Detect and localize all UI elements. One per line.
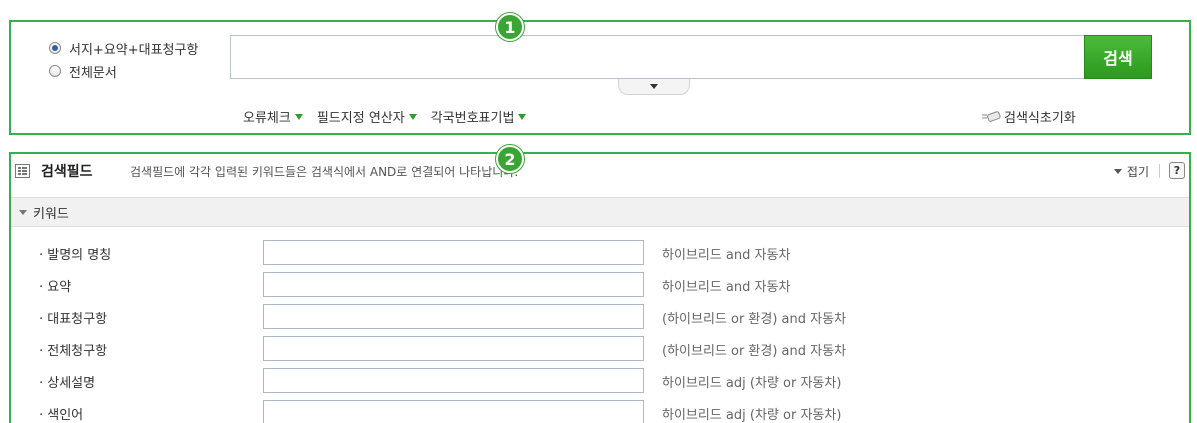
reset-label: 검색식초기화 xyxy=(1004,111,1076,126)
section-collapse-icon xyxy=(19,209,27,215)
search-panel: 서지+요약+대표청구항 전체문서 검색 오류체크 필드지정 연산자 각국번호표기… xyxy=(9,20,1191,135)
option-label: 오류체크 xyxy=(243,111,291,126)
field-example: (하이브리드 or 환경) and 자동차 xyxy=(662,312,847,327)
invention-title-input[interactable] xyxy=(263,240,644,265)
field-label: · 상세설명 xyxy=(39,376,96,391)
number-notation-dropdown[interactable]: 각국번호표기법 xyxy=(431,107,527,126)
field-panel-header: 검색필드 검색필드에 각각 입력된 키워드들은 검색식에서 AND로 연결되어 … xyxy=(11,154,1189,188)
field-label: · 발명의 명칭 xyxy=(39,248,112,263)
scope-option-summary[interactable]: 서지+요약+대표청구항 xyxy=(49,38,198,58)
scope-option-label: 서지+요약+대표청구항 xyxy=(69,42,199,58)
option-label: 각국번호표기법 xyxy=(430,111,515,126)
field-row-all-claims: · 전체청구항 (하이브리드 or 환경) and 자동차 xyxy=(11,336,1189,368)
step-badge-1: 1 xyxy=(496,13,524,41)
radio-unchecked-icon[interactable] xyxy=(49,65,61,77)
radio-checked-icon[interactable] xyxy=(49,42,61,54)
field-label: · 색인어 xyxy=(39,408,84,423)
field-row-invention-title: · 발명의 명칭 하이브리드 and 자동차 xyxy=(11,240,1189,272)
keyword-section-header[interactable]: 키워드 xyxy=(11,197,1189,227)
scope-option-label: 전체문서 xyxy=(69,65,117,81)
divider xyxy=(1159,164,1160,178)
fold-toggle[interactable]: 접기 xyxy=(1113,163,1149,180)
search-button[interactable]: 검색 xyxy=(1084,35,1152,79)
field-label: · 대표청구항 xyxy=(39,312,108,327)
field-example: (하이브리드 or 환경) and 자동차 xyxy=(662,344,847,359)
fold-label: 접기 xyxy=(1126,165,1149,179)
keyword-field-list: · 발명의 명칭 하이브리드 and 자동차 · 요약 하이브리드 and 자동… xyxy=(11,240,1189,423)
field-example: 하이브리드 and 자동차 xyxy=(662,248,791,263)
dropdown-arrow-icon xyxy=(294,113,303,120)
field-example: 하이브리드 adj (차량 or 자동차) xyxy=(662,408,842,423)
dropdown-arrow-icon xyxy=(408,113,417,120)
field-example: 하이브리드 and 자동차 xyxy=(662,280,791,295)
representative-claim-input[interactable] xyxy=(263,304,644,329)
search-field-panel: 검색필드 검색필드에 각각 입력된 키워드들은 검색식에서 AND로 연결되어 … xyxy=(9,152,1191,423)
field-row-abstract: · 요약 하이브리드 and 자동차 xyxy=(11,272,1189,304)
eraser-icon xyxy=(982,110,1001,122)
list-icon xyxy=(15,164,30,178)
index-terms-input[interactable] xyxy=(263,400,644,423)
step-badge-2: 2 xyxy=(496,145,524,173)
field-label: · 전체청구항 xyxy=(39,344,108,359)
section-title: 키워드 xyxy=(33,206,69,222)
error-check-dropdown[interactable]: 오류체크 xyxy=(243,107,303,126)
search-options: 오류체크 필드지정 연산자 각국번호표기법 xyxy=(243,107,540,126)
field-operator-dropdown[interactable]: 필드지정 연산자 xyxy=(317,107,417,126)
search-scope-radio-group: 서지+요약+대표청구항 전체문서 xyxy=(49,38,198,84)
reset-search-link[interactable]: 검색식초기화 xyxy=(982,107,1076,126)
field-panel-title: 검색필드 xyxy=(41,164,93,180)
search-input[interactable] xyxy=(231,36,1085,78)
collapse-arrow-icon xyxy=(1113,169,1122,174)
expand-search-toggle[interactable] xyxy=(618,79,690,95)
search-query-box xyxy=(230,35,1085,79)
all-claims-input[interactable] xyxy=(263,336,644,361)
dropdown-arrow-icon xyxy=(518,113,527,120)
field-row-index-terms: · 색인어 하이브리드 adj (차량 or 자동차) xyxy=(11,400,1189,423)
help-icon[interactable]: ? xyxy=(1169,162,1185,179)
caret-down-icon xyxy=(650,84,658,89)
field-label: · 요약 xyxy=(39,280,72,295)
field-example: 하이브리드 adj (차량 or 자동차) xyxy=(662,376,842,391)
field-row-description: · 상세설명 하이브리드 adj (차량 or 자동차) xyxy=(11,368,1189,400)
option-label: 필드지정 연산자 xyxy=(316,111,405,126)
scope-option-full-document[interactable]: 전체문서 xyxy=(49,61,198,81)
abstract-input[interactable] xyxy=(263,272,644,297)
field-panel-description: 검색필드에 각각 입력된 키워드들은 검색식에서 AND로 연결되어 나타납니다… xyxy=(130,165,519,179)
description-input[interactable] xyxy=(263,368,644,393)
field-row-representative-claim: · 대표청구항 (하이브리드 or 환경) and 자동차 xyxy=(11,304,1189,336)
